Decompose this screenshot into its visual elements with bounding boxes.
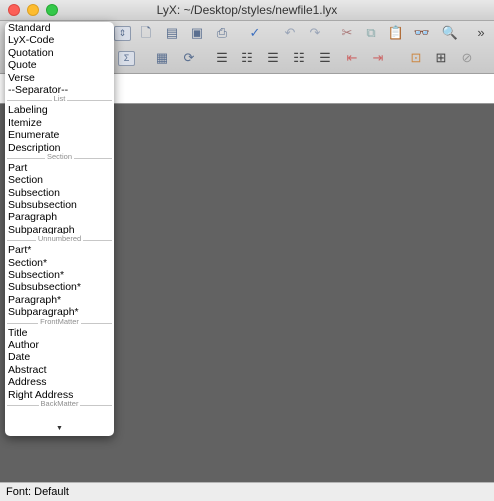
layout-menu-item[interactable]: Verse <box>5 72 114 84</box>
layout-menu-item[interactable]: Standard <box>5 22 114 34</box>
menu-section-label-text: Unnumbered <box>35 234 84 244</box>
table-icon[interactable]: ▦ <box>153 50 171 66</box>
layout-menu-item[interactable]: Author <box>5 339 114 351</box>
tag-icon[interactable]: ⊘ <box>458 50 476 66</box>
paste-icon[interactable]: 📋 <box>387 25 405 41</box>
menu-section-separator: Section <box>5 151 114 162</box>
scroll-down-arrow-icon[interactable]: ▼ <box>56 425 63 432</box>
layout-menu-item[interactable]: Labeling <box>5 104 114 116</box>
save-icon[interactable]: ▣ <box>188 25 206 41</box>
layout-menu-item[interactable]: Itemize <box>5 117 114 129</box>
layout-menu-item[interactable]: Title <box>5 327 114 339</box>
layout-menu-item[interactable]: Abstract <box>5 364 114 376</box>
layout-menu-item[interactable]: Subsubsection <box>5 199 114 211</box>
status-bar: Font: Default <box>0 482 494 501</box>
spellcheck-icon[interactable]: ✓ <box>246 25 264 41</box>
layout-menu-item[interactable]: Enumerate <box>5 129 114 141</box>
layout-menu-item[interactable]: Date <box>5 351 114 363</box>
menu-section-separator: List <box>5 94 114 104</box>
menu-section-label-text: FrontMatter <box>38 316 81 326</box>
menu-section-label: BackMatter <box>5 398 114 408</box>
layout-menu-item[interactable]: Paragraph <box>5 211 114 223</box>
layout-menu-item[interactable]: Address <box>5 376 114 388</box>
enumerate-icon[interactable]: ☷ <box>238 50 256 66</box>
menu-section-label: FrontMatter <box>5 316 114 326</box>
menu-section-label: Section <box>5 151 114 161</box>
menu-section-label-text: BackMatter <box>38 398 81 408</box>
layout-menu-item[interactable]: Paragraph* <box>5 294 114 306</box>
refresh-icon[interactable]: ⟳ <box>180 50 198 66</box>
float-figure-icon[interactable]: ⊡ <box>407 50 425 66</box>
title-bar: LyX: ~/Desktop/styles/newfile1.lyx <box>0 0 494 21</box>
layout-menu-item[interactable]: Section* <box>5 257 114 269</box>
status-text: Font: Default <box>6 486 69 498</box>
menu-section-separator: FrontMatter <box>5 316 114 327</box>
menu-section-label: Unnumbered <box>5 234 114 244</box>
toolbar-overflow-icon[interactable]: » <box>472 25 490 41</box>
layout-menu-item[interactable]: Part* <box>5 244 114 256</box>
itemize-icon[interactable]: ☷ <box>290 50 308 66</box>
cut-icon[interactable]: ✂ <box>338 25 356 41</box>
menu-section-label-text: Section <box>44 151 75 161</box>
print-icon[interactable]: ⎙ <box>213 25 231 41</box>
new-file-icon[interactable]: 🗋 <box>137 25 155 41</box>
menu-section-separator: BackMatter <box>5 398 114 409</box>
layout-menu-item[interactable]: Quotation <box>5 47 114 59</box>
description-icon[interactable]: ☰ <box>264 50 282 66</box>
menu-section-label: List <box>5 94 114 104</box>
open-icon[interactable]: ▤ <box>163 25 181 41</box>
outline-icon[interactable]: ☰ <box>316 50 334 66</box>
math-icon[interactable]: Σ <box>118 51 135 66</box>
list-icon[interactable]: ☰ <box>213 50 231 66</box>
undo-icon[interactable]: ↶ <box>281 25 299 41</box>
layout-menu-item[interactable]: Part <box>5 162 114 174</box>
depth-decrease-icon[interactable]: ⇤ <box>343 50 361 66</box>
layout-menu-item[interactable]: Quote <box>5 59 114 71</box>
layout-menu-item[interactable]: Section <box>5 174 114 186</box>
layout-menu-item[interactable]: LyX-Code <box>5 34 114 46</box>
paragraph-layout-menu: Standard LyX-Code Quotation Quote Verse --Sep… <box>5 22 114 436</box>
depth-increase-icon[interactable]: ⇥ <box>369 50 387 66</box>
float-table-icon[interactable]: ⊞ <box>432 50 450 66</box>
layout-dropdown-arrow-icon[interactable]: ⇕ <box>114 26 131 41</box>
layout-menu-list: Standard LyX-Code Quotation Quote Verse --Sep… <box>5 22 114 409</box>
menu-section-label-text: List <box>51 94 68 104</box>
layout-menu-item[interactable]: Subsubsection* <box>5 281 114 293</box>
window-title: LyX: ~/Desktop/styles/newfile1.lyx <box>156 3 338 17</box>
search-icon[interactable]: 🔍 <box>441 25 459 41</box>
copy-icon[interactable]: ⧉ <box>362 25 380 41</box>
redo-icon[interactable]: ↷ <box>306 25 324 41</box>
find-icon[interactable]: 👓 <box>413 25 431 41</box>
layout-menu-item[interactable]: Subsection* <box>5 269 114 281</box>
layout-menu-item[interactable]: Subsection <box>5 187 114 199</box>
menu-section-separator: Unnumbered <box>5 234 114 244</box>
